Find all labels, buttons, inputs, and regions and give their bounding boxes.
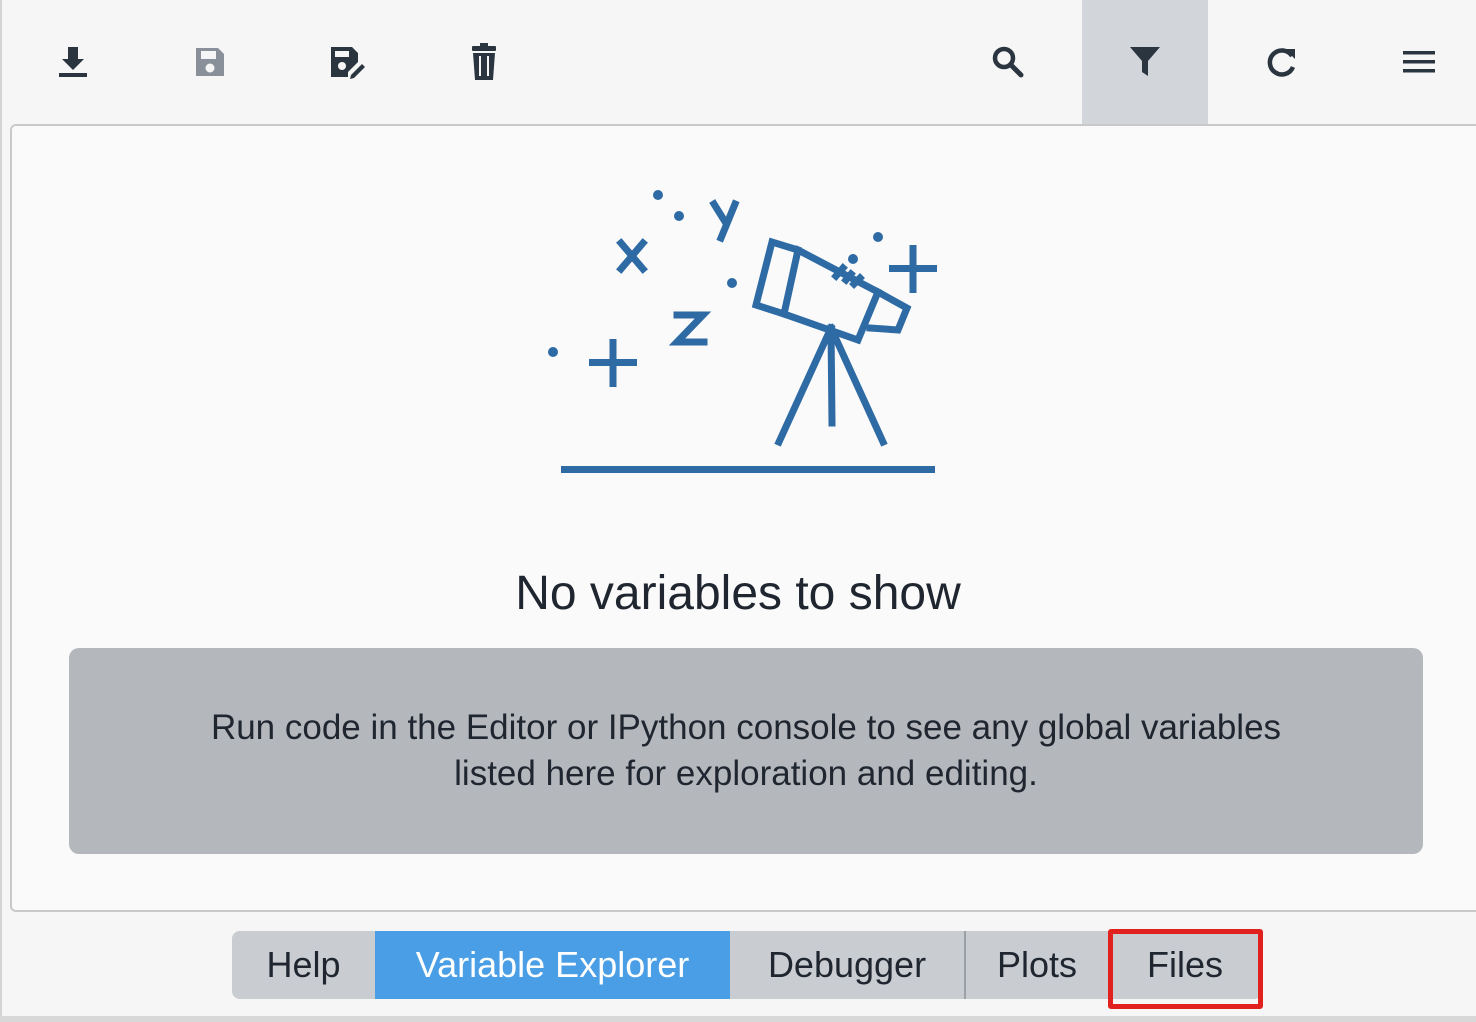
save-icon: [196, 48, 224, 76]
empty-state-message-line2: listed here for exploration and editing.: [454, 754, 1038, 793]
save-as-icon: [331, 47, 365, 79]
dock-tab-bar: Help Variable Explorer Debugger Plots Fi…: [232, 931, 1262, 999]
variable-explorer-toolbar: [0, 0, 1476, 124]
tab-variable-explorer[interactable]: Variable Explorer: [375, 931, 730, 999]
search-icon: [992, 46, 1024, 78]
empty-state-message-line1: Run code in the Editor or IPython consol…: [210, 708, 1282, 747]
trash-icon: [472, 43, 496, 80]
refresh-icon: [1267, 48, 1296, 77]
tab-debugger[interactable]: Debugger: [730, 931, 964, 999]
options-menu-button[interactable]: [1356, 0, 1476, 124]
window-bottom-edge: [0, 1016, 1476, 1022]
window-edge: [0, 0, 2, 1022]
tab-help[interactable]: Help: [232, 931, 375, 999]
save-data-button[interactable]: [147, 0, 273, 124]
telescope-icon: [540, 180, 950, 485]
import-data-button[interactable]: [10, 0, 136, 124]
empty-state-message: Run code in the Editor or IPython consol…: [69, 648, 1423, 854]
empty-state-title: No variables to show: [515, 567, 961, 620]
filter-icon: [1130, 47, 1160, 76]
tab-files[interactable]: Files: [1108, 931, 1262, 999]
save-data-as-button[interactable]: [284, 0, 410, 124]
refresh-variables-button[interactable]: [1219, 0, 1345, 124]
tab-plots[interactable]: Plots: [964, 931, 1108, 999]
search-variables-button[interactable]: [945, 0, 1071, 124]
hamburger-menu-icon: [1403, 51, 1435, 73]
filter-variables-button[interactable]: [1082, 0, 1208, 124]
remove-all-variables-button[interactable]: [421, 0, 547, 124]
download-icon: [59, 47, 87, 77]
